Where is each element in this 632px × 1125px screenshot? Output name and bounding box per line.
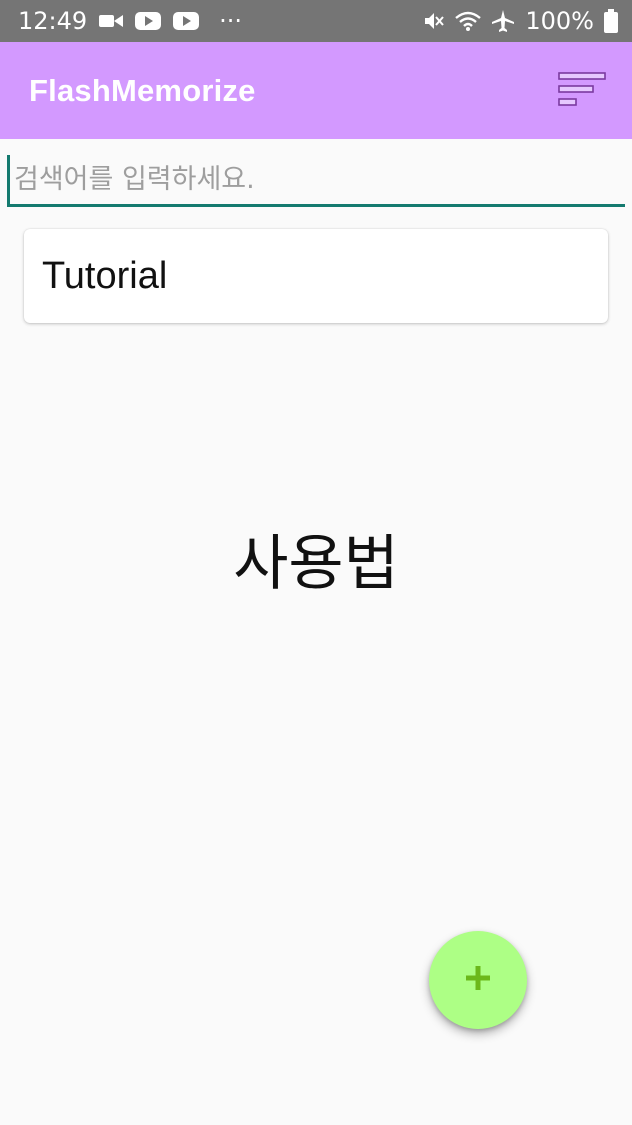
wifi-icon <box>455 10 482 32</box>
battery-percent: 100% <box>525 7 594 35</box>
mute-icon <box>423 10 445 32</box>
youtube-icon <box>173 12 200 30</box>
deck-card-tutorial[interactable]: Tutorial <box>24 229 608 323</box>
airplane-icon <box>491 9 515 33</box>
status-left: 12:49 ··· <box>18 7 242 35</box>
search-input[interactable] <box>7 155 625 204</box>
battery-icon <box>604 9 618 33</box>
app-bar: FlashMemorize <box>0 42 632 139</box>
sort-icon <box>557 71 607 111</box>
video-camera-icon <box>99 13 124 29</box>
more-notifications-dots: ··· <box>219 7 243 35</box>
add-deck-button[interactable] <box>429 931 527 1029</box>
sort-button[interactable] <box>556 71 608 111</box>
app-title: FlashMemorize <box>29 72 256 108</box>
usage-guide-text: 사용법 <box>233 529 399 599</box>
search-field <box>7 155 625 207</box>
youtube-icon <box>135 12 162 30</box>
status-time: 12:49 <box>18 7 88 35</box>
plus-icon <box>465 965 491 995</box>
status-bar: 12:49 ··· 100% <box>0 0 632 42</box>
status-right: 100% <box>423 7 618 35</box>
deck-card-title: Tutorial <box>42 254 168 297</box>
